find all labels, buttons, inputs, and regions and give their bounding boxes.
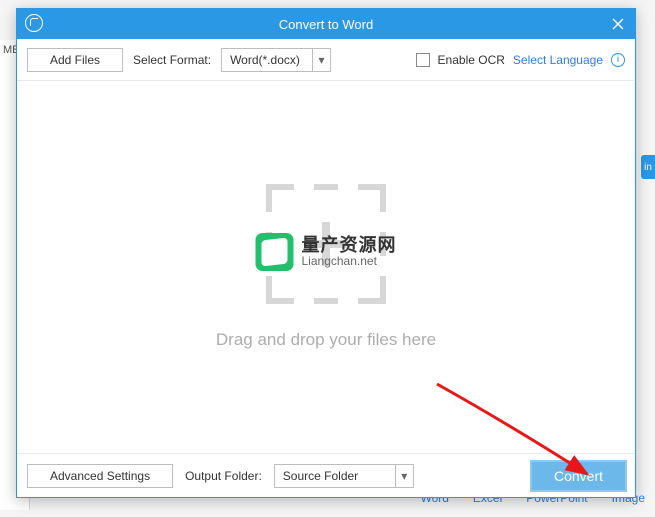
app-logo-icon <box>25 14 43 32</box>
select-format-value: Word(*.docx) <box>222 49 312 71</box>
advanced-settings-button[interactable]: Advanced Settings <box>27 464 173 488</box>
footer: Advanced Settings Output Folder: Source … <box>17 453 635 497</box>
add-files-button[interactable]: Add Files <box>27 48 123 72</box>
chevron-down-icon[interactable]: ▾ <box>312 49 330 71</box>
enable-ocr-checkbox[interactable] <box>416 53 430 67</box>
select-language-link[interactable]: Select Language <box>513 53 603 67</box>
select-format-dropdown[interactable]: Word(*.docx) ▾ <box>221 48 331 72</box>
output-folder-label: Output Folder: <box>185 469 262 483</box>
titlebar: Convert to Word <box>17 9 635 39</box>
convert-button[interactable]: Convert <box>532 462 625 490</box>
output-folder-value: Source Folder <box>275 465 395 487</box>
info-icon[interactable]: i <box>611 53 625 67</box>
enable-ocr-label: Enable OCR <box>438 53 505 67</box>
drop-placeholder-icon <box>266 184 386 304</box>
close-icon <box>612 18 624 30</box>
drop-hint-text: Drag and drop your files here <box>216 330 436 350</box>
chevron-down-icon[interactable]: ▾ <box>395 465 413 487</box>
close-button[interactable] <box>601 9 635 39</box>
background-right-ribbon: in <box>641 155 655 179</box>
dialog-title: Convert to Word <box>279 17 373 32</box>
drop-area[interactable]: 量产资源网 Liangchan.net Drag and drop your f… <box>17 81 635 453</box>
toolbar: Add Files Select Format: Word(*.docx) ▾ … <box>17 39 635 81</box>
convert-dialog: Convert to Word Add Files Select Format:… <box>16 8 636 498</box>
select-format-label: Select Format: <box>133 53 211 67</box>
output-folder-dropdown[interactable]: Source Folder ▾ <box>274 464 414 488</box>
